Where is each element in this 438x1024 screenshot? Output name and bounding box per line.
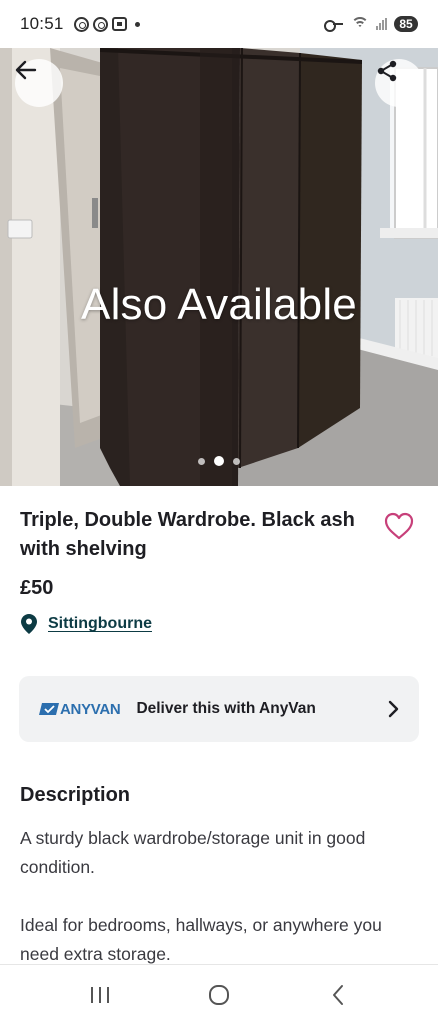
carousel-dot-active[interactable]: [214, 456, 224, 466]
camera-ring-icon: [73, 16, 89, 32]
anyvan-label: Deliver this with AnyVan: [136, 700, 316, 717]
notification-dot-icon: [134, 21, 140, 27]
vpn-key-icon: [324, 19, 344, 32]
carousel-indicator: [0, 456, 438, 466]
screenshot-icon: [111, 17, 127, 31]
status-time: 10:51: [20, 14, 64, 33]
anyvan-mark-icon: [39, 703, 59, 715]
back-icon: [333, 984, 344, 1005]
carousel-dot[interactable]: [198, 457, 205, 465]
listing-image-carousel[interactable]: Also Available: [0, 48, 438, 486]
location-row[interactable]: Sittingbourne: [20, 613, 152, 635]
arrow-left-icon: [15, 60, 37, 80]
battery-icon: 85: [394, 16, 418, 32]
favourite-button[interactable]: [384, 512, 414, 540]
wifi-icon: [351, 17, 369, 31]
home-icon: [208, 984, 229, 1005]
listing-title: Triple, Double Wardrobe. Black ash with …: [20, 509, 355, 560]
nav-back-button[interactable]: [308, 975, 368, 1015]
home-button[interactable]: [189, 975, 249, 1015]
status-bar: 10:51 85: [0, 0, 438, 48]
share-button[interactable]: [375, 59, 423, 107]
anyvan-logo: ANYVAN: [39, 700, 121, 718]
status-notification-icons: [73, 16, 140, 32]
anyvan-logo-text: ANYVAN: [60, 700, 121, 718]
listing-photo: [0, 48, 438, 486]
system-nav-bar: [0, 964, 438, 1024]
description-paragraph: Ideal for bedrooms, hallways, or anywher…: [20, 915, 382, 964]
signal-icon: [376, 18, 387, 30]
chevron-right-icon: [388, 700, 399, 718]
camera-ring-icon: [92, 16, 108, 32]
description-heading: Description: [20, 784, 131, 806]
location-pin-icon: [21, 614, 37, 634]
recent-apps-icon: [90, 986, 109, 1003]
listing-price: £50: [20, 577, 54, 599]
share-icon: [377, 60, 397, 82]
description-paragraph: A sturdy black wardrobe/storage unit in …: [20, 828, 366, 877]
image-overlay-text: Also Available: [81, 280, 357, 329]
heart-outline-icon: [384, 512, 414, 540]
status-system-icons: 85: [324, 16, 418, 32]
back-button[interactable]: [15, 59, 63, 107]
recent-apps-button[interactable]: [70, 975, 130, 1015]
carousel-dot[interactable]: [233, 457, 240, 465]
anyvan-delivery-card[interactable]: ANYVAN Deliver this with AnyVan: [19, 676, 419, 742]
location-link[interactable]: Sittingbourne: [48, 615, 152, 633]
